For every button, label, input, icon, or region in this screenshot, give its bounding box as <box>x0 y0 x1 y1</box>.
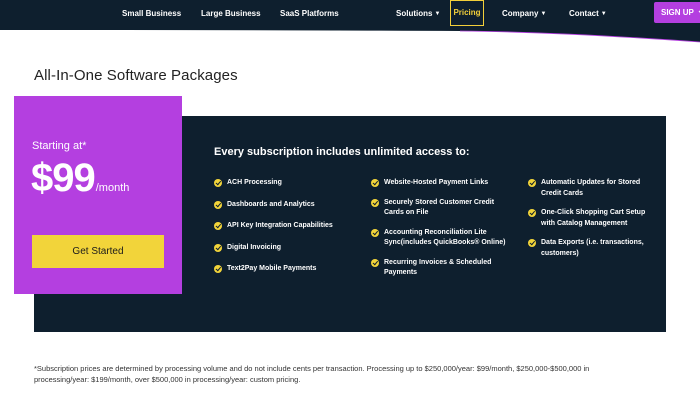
feature-item: ACH Processing <box>214 178 360 189</box>
feature-column-3: Automatic Updates for Stored Credit Card… <box>528 178 660 259</box>
feature-text: Website-Hosted Payment Links <box>384 179 489 186</box>
nav-link-saas-platforms[interactable]: SaaS Platforms <box>280 0 339 30</box>
top-navigation: Small Business Large Business SaaS Platf… <box>0 0 700 30</box>
nav-decorative-swoosh <box>0 30 700 43</box>
check-circle-icon <box>214 265 222 273</box>
feature-column-2: Website-Hosted Payment Links Securely St… <box>371 178 507 279</box>
nav-dropdown-company[interactable]: Company ▼ <box>502 0 546 30</box>
feature-column-1: ACH Processing Dashboards and Analytics … <box>214 178 360 275</box>
feature-text: Digital Invoicing <box>227 243 282 251</box>
feature-item: Recurring Invoices & Scheduled Payments <box>371 258 507 279</box>
nav-link-large-business[interactable]: Large Business <box>201 0 261 30</box>
sign-up-label: SIGN UP <box>661 8 694 17</box>
check-circle-icon <box>371 228 379 237</box>
get-started-button[interactable]: Get Started <box>32 235 164 268</box>
features-heading: Every subscription includes unlimited ac… <box>214 146 470 158</box>
feature-text: Recurring Invoices & Scheduled Payments <box>384 258 492 277</box>
feature-item: Data Exports (i.e. transactions, custome… <box>528 238 660 259</box>
check-circle-icon <box>214 222 222 230</box>
starting-at-label: Starting at* <box>32 140 87 152</box>
check-circle-icon <box>371 179 379 187</box>
nav-dropdown-contact[interactable]: Contact ▼ <box>569 0 607 30</box>
feature-text: One-Click Shopping Cart Setup with Catal… <box>541 209 646 227</box>
feature-text: Text2Pay Mobile Payments <box>227 265 317 272</box>
check-circle-icon <box>214 243 222 252</box>
feature-item: Dashboards and Analytics <box>214 200 360 211</box>
sign-up-button[interactable]: SIGN UP <box>654 2 700 23</box>
feature-text: Automatic Updates for Stored Credit Card… <box>541 179 641 197</box>
price-card: Starting at* $99/month Get Started <box>14 96 182 294</box>
feature-text: API Key Integration Capabilities <box>227 222 333 229</box>
check-circle-icon <box>371 198 379 207</box>
nav-link-pricing[interactable]: Pricing <box>450 0 484 26</box>
price-amount: $99 <box>31 156 96 200</box>
check-circle-icon <box>528 209 536 217</box>
feature-item: One-Click Shopping Cart Setup with Catal… <box>528 208 660 229</box>
check-circle-icon <box>214 179 222 187</box>
nav-solutions-label: Solutions <box>396 9 433 18</box>
price-period: /month <box>95 182 130 194</box>
nav-company-label: Company <box>502 9 539 18</box>
nav-dropdown-solutions[interactable]: Solutions ▼ <box>396 0 440 30</box>
feature-text: ACH Processing <box>227 179 282 186</box>
nav-contact-label: Contact <box>569 9 599 18</box>
check-circle-icon <box>371 258 379 267</box>
caret-down-icon: ▼ <box>540 11 547 17</box>
check-circle-icon <box>214 200 222 209</box>
feature-item: Securely Stored Customer Credit Cards on… <box>371 198 507 219</box>
feature-item: Automatic Updates for Stored Credit Card… <box>528 178 660 199</box>
feature-item: Text2Pay Mobile Payments <box>214 264 360 275</box>
feature-text: Securely Stored Customer Credit Cards on… <box>384 198 495 217</box>
feature-item: Accounting Reconciliation Lite Sync(incl… <box>371 228 507 249</box>
feature-item: API Key Integration Capabilities <box>214 221 360 232</box>
check-circle-icon <box>528 239 536 247</box>
price-display: $99/month <box>31 156 129 201</box>
nav-link-small-business[interactable]: Small Business <box>122 0 181 30</box>
caret-down-icon: ▼ <box>434 11 441 17</box>
feature-text: Data Exports (i.e. transactions, custome… <box>541 239 644 257</box>
feature-item: Website-Hosted Payment Links <box>371 178 507 189</box>
check-circle-icon <box>528 179 536 187</box>
caret-down-icon: ▼ <box>600 11 607 17</box>
pricing-footnote: *Subscription prices are determined by p… <box>34 364 590 384</box>
feature-item: Digital Invoicing <box>214 243 360 254</box>
feature-text: Accounting Reconciliation Lite Sync(incl… <box>384 228 506 247</box>
page-title: All-In-One Software Packages <box>34 67 238 84</box>
feature-text: Dashboards and Analytics <box>227 200 315 208</box>
